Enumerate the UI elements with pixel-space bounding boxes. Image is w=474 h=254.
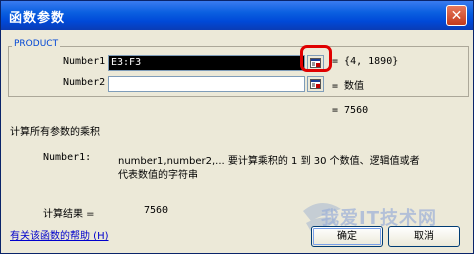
number2-input[interactable] [108, 76, 305, 92]
number1-input[interactable]: E3:F3 [108, 55, 305, 71]
highlight-ring [300, 45, 332, 72]
number1-label: Number1 [63, 56, 106, 67]
function-description: 计算所有参数的乘积 [10, 127, 100, 138]
result-label: 计算结果 = [43, 209, 95, 220]
collapse-dialog-icon [310, 79, 321, 89]
number1-result-value: {4, 1890} [344, 56, 399, 67]
cancel-button[interactable]: 取消 [388, 226, 460, 247]
number2-collapse-button[interactable] [307, 76, 324, 92]
number2-label: Number2 [63, 77, 106, 88]
function-arguments-dialog: 函数参数 ✕ PRODUCT Number1 E3:F3 = {4, 1890}… [0, 0, 474, 254]
result-value: 7560 [144, 205, 169, 216]
arg-help-line-1: number1,number2,... 要计算乘积的 1 到 30 个数值、逻辑… [118, 156, 420, 167]
title-bar[interactable]: 函数参数 ✕ [1, 1, 473, 30]
function-help-link[interactable]: 有关该函数的帮助 (H) [10, 227, 109, 242]
close-icon: ✕ [450, 8, 463, 24]
number2-result: = 数值 [332, 81, 365, 92]
ok-button[interactable]: 确定 [311, 226, 383, 247]
arg-help-line-2: 代表数值的字符串 [118, 170, 198, 181]
number1-result: = {4, 1890} [332, 56, 399, 67]
function-name-label: PRODUCT [12, 39, 61, 49]
formula-result-preview: = 7560 [332, 105, 369, 116]
dialog-title: 函数参数 [9, 11, 66, 26]
close-button[interactable]: ✕ [446, 5, 467, 26]
arg-help-label: Number1: [43, 152, 92, 163]
number2-result-value: 数值 [344, 81, 365, 92]
